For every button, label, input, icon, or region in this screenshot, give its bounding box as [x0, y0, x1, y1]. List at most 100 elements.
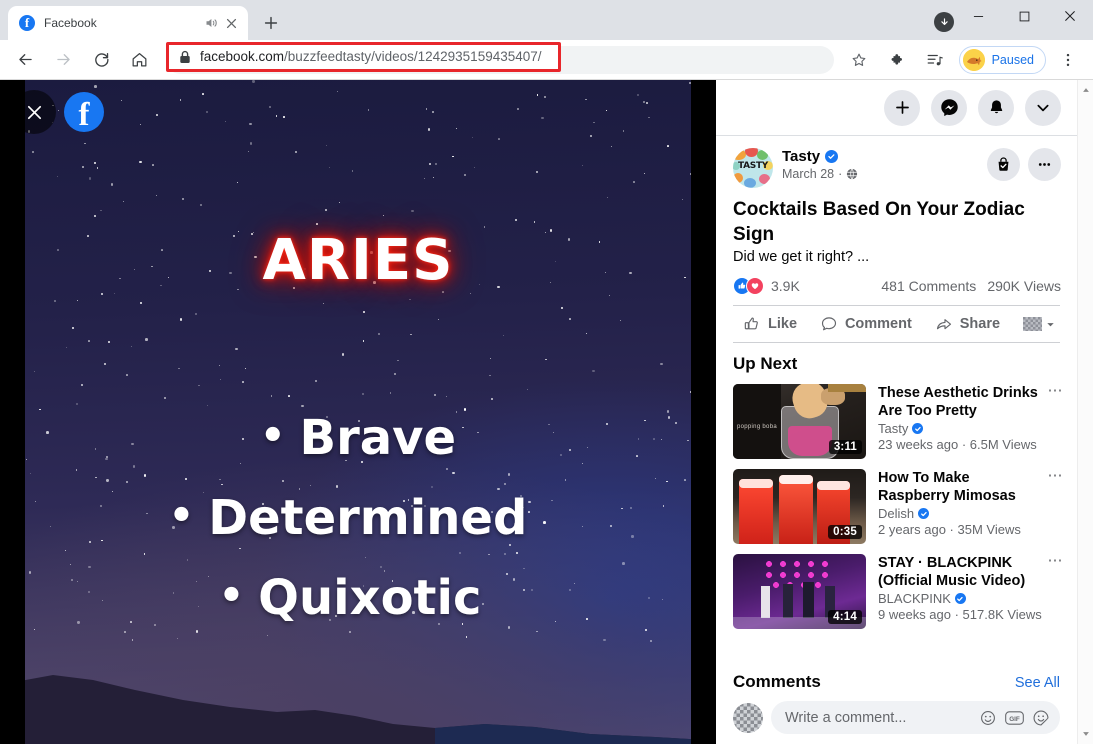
avatar-wordmark: TASTY — [737, 161, 769, 171]
list-item[interactable]: 4:14 STAY · BLACKPINK (Official Music Vi… — [733, 553, 1077, 629]
star-icon[interactable] — [845, 46, 873, 74]
close-icon[interactable] — [12, 90, 56, 134]
reaction-badges[interactable] — [733, 277, 764, 295]
comment-button[interactable]: Comment — [814, 313, 918, 335]
speaker-icon[interactable] — [203, 15, 219, 31]
notifications-button[interactable] — [978, 89, 1014, 126]
video-channel-name[interactable]: BLACKPINK — [878, 591, 951, 606]
facebook-logo-icon[interactable]: f — [64, 92, 104, 132]
browser-window: f Facebook facebook.com/buzzfeedtasty/vi… — [0, 0, 1093, 744]
up-next-section: Up Next popping boba 3:11 These Aestheti… — [716, 343, 1077, 629]
comments-count[interactable]: 481 Comments — [881, 278, 976, 294]
puzzle-piece-icon[interactable] — [883, 46, 911, 74]
post-date: March 28 — [782, 167, 835, 181]
video-channel: BLACKPINK — [878, 591, 1064, 606]
reload-icon[interactable] — [87, 46, 115, 74]
profile-paused-pill[interactable]: Paused — [958, 45, 1046, 74]
video-info: These Aesthetic Drinks Are Too Pretty ⋯ … — [878, 383, 1065, 459]
video-title[interactable]: How To Make Raspberry Mimosas — [878, 469, 1044, 505]
gif-icon[interactable]: GIF — [1005, 710, 1024, 725]
video-player-column: ARIES • Brave • Determined • Quixotic f — [0, 80, 716, 744]
media-list-icon[interactable] — [921, 46, 949, 74]
three-dot-menu-icon[interactable]: ⋯ — [1048, 553, 1065, 568]
download-icon[interactable] — [934, 12, 954, 32]
video-trait-item: • Determined — [25, 490, 691, 546]
share-button[interactable]: Share — [929, 313, 1006, 335]
back-arrow-icon[interactable] — [11, 46, 39, 74]
three-dot-menu-icon[interactable] — [1028, 148, 1061, 181]
sticker-icon[interactable] — [1033, 710, 1049, 726]
browser-toolbar: facebook.com/buzzfeedtasty/videos/124293… — [0, 40, 1093, 80]
see-all-link[interactable]: See All — [1015, 675, 1060, 691]
speech-bubble-icon — [820, 315, 838, 333]
post-counts: 481 Comments 290K Views — [881, 278, 1061, 294]
video-title-row: How To Make Raspberry Mimosas ⋯ — [878, 468, 1065, 505]
video-channel: Delish — [878, 506, 1064, 521]
reaction-count: 3.9K — [771, 278, 800, 294]
comments-footer: Comments See All Write a comment... GIF — [716, 664, 1077, 744]
forward-arrow-icon[interactable] — [49, 46, 77, 74]
post-author-name[interactable]: Tasty — [782, 148, 820, 165]
video-trait-list: • Brave • Determined • Quixotic — [25, 410, 691, 650]
video-trait-label: Determined — [208, 490, 528, 546]
saved-bag-icon[interactable] — [987, 148, 1020, 181]
comment-input[interactable]: Write a comment... GIF — [771, 701, 1060, 734]
lock-icon[interactable] — [179, 50, 191, 64]
thumbs-up-icon — [743, 315, 761, 333]
video-info: STAY · BLACKPINK (Official Music Video) … — [878, 553, 1065, 629]
create-button[interactable] — [884, 89, 920, 126]
window-close-button[interactable] — [1047, 0, 1093, 32]
post-description: Did we get it right? ... — [733, 249, 870, 265]
emoji-icon[interactable] — [980, 710, 996, 726]
profile-status-label: Paused — [991, 52, 1034, 67]
video-zodiac-title: ARIES — [262, 228, 454, 293]
video-thumbnail[interactable]: popping boba 3:11 — [733, 384, 866, 459]
three-dot-menu-icon[interactable]: ⋯ — [1048, 468, 1065, 483]
post-title: Cocktails Based On Your Zodiac Sign — [733, 199, 1025, 245]
three-dot-menu-icon[interactable]: ⋯ — [1048, 383, 1065, 398]
bullet-icon: • — [168, 493, 195, 539]
sidebar: TASTY Tasty March 28 · Cocktails Based O… — [716, 80, 1093, 744]
video-channel-name[interactable]: Tasty — [878, 421, 908, 436]
verified-badge-icon — [918, 508, 930, 519]
address-bar[interactable]: facebook.com/buzzfeedtasty/videos/124293… — [166, 41, 561, 72]
account-menu-button[interactable] — [1025, 89, 1061, 126]
page-content: ARIES • Brave • Determined • Quixotic f — [0, 80, 1093, 744]
list-item[interactable]: popping boba 3:11 These Aesthetic Drinks… — [733, 383, 1077, 459]
avatar[interactable]: TASTY — [733, 148, 773, 188]
video-title[interactable]: These Aesthetic Drinks Are Too Pretty — [878, 384, 1044, 420]
list-item[interactable]: 0:35 How To Make Raspberry Mimosas ⋯ Del… — [733, 468, 1077, 544]
share-as-selector[interactable] — [1017, 315, 1056, 333]
window-maximize-button[interactable] — [1001, 0, 1047, 32]
video-channel-name[interactable]: Delish — [878, 506, 914, 521]
like-button[interactable]: Like — [737, 313, 803, 335]
scroll-up-arrow-icon[interactable] — [1078, 83, 1093, 97]
browser-tab-facebook[interactable]: f Facebook — [8, 6, 248, 40]
thumbnail-caption: popping boba — [737, 424, 777, 430]
video-frame[interactable]: ARIES • Brave • Determined • Quixotic — [25, 80, 691, 744]
window-minimize-button[interactable] — [955, 0, 1001, 32]
post-card: TASTY Tasty March 28 · Cocktails Based O… — [716, 136, 1077, 295]
verified-badge-icon — [912, 423, 924, 434]
sidebar-scrollbar[interactable] — [1077, 80, 1093, 744]
bullet-icon: • — [218, 573, 245, 619]
new-tab-button[interactable] — [257, 9, 285, 37]
video-thumbnail[interactable]: 4:14 — [733, 554, 866, 629]
three-dot-menu-icon[interactable] — [1054, 46, 1082, 74]
tab-strip: f Facebook — [0, 0, 1093, 40]
video-thumbnail[interactable]: 0:35 — [733, 469, 866, 544]
comments-heading: Comments — [733, 672, 821, 691]
facebook-header-bar — [716, 80, 1077, 136]
video-title[interactable]: STAY · BLACKPINK (Official Music Video) — [878, 554, 1044, 590]
video-trait-item: • Brave — [25, 410, 691, 466]
url-path: /buzzfeedtasty/videos/1242935159435407/ — [284, 49, 542, 64]
video-channel: Tasty — [878, 421, 1064, 436]
post-date-separator: · — [838, 167, 843, 181]
scroll-down-arrow-icon[interactable] — [1078, 727, 1093, 741]
pixelated-avatar-icon — [733, 702, 763, 733]
messenger-button[interactable] — [931, 89, 967, 126]
tab-close-icon[interactable] — [223, 15, 240, 32]
home-icon[interactable] — [125, 46, 153, 74]
post-action-icons — [979, 148, 1061, 181]
url-domain: facebook.com — [200, 49, 285, 64]
